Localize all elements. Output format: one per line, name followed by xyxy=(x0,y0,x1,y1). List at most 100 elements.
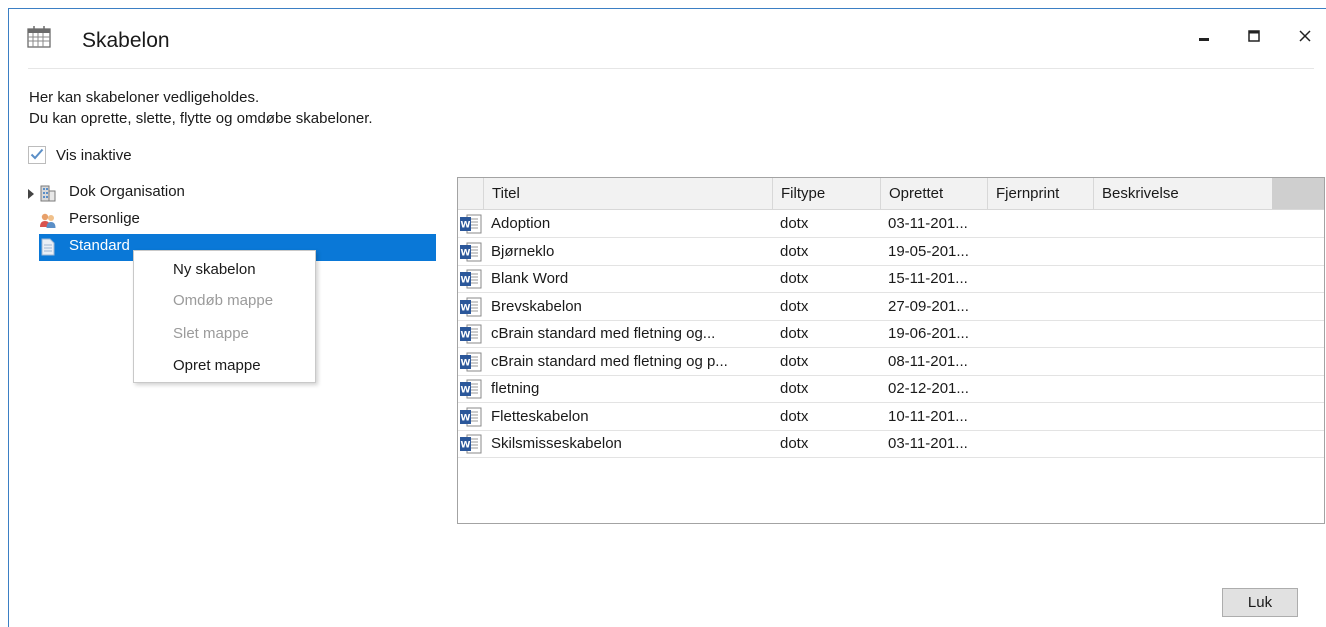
table-cell-oprettet: 19-06-201... xyxy=(888,325,969,342)
table-cell-beskrivelse xyxy=(1101,293,1271,320)
table-cell-titel: cBrain standard med fletning og... xyxy=(491,325,716,342)
building-icon xyxy=(39,184,57,202)
table-cell-titel: Bjørneklo xyxy=(491,242,555,260)
table-cell-filtype: dotx xyxy=(780,352,809,370)
word-document-icon: W xyxy=(460,434,482,454)
show-inactive-label: Vis inaktive xyxy=(56,146,132,164)
checkmark-icon xyxy=(30,147,44,164)
word-document-icon: W xyxy=(460,407,482,427)
table-cell-filtype: dotx xyxy=(780,435,809,452)
tree-item-dok-organisation[interactable]: Dok Organisation xyxy=(28,180,438,207)
menu-item-rename-folder: Omdøb mappe xyxy=(173,292,274,309)
table-cell-filtype: dotx xyxy=(780,297,809,315)
table-cell-fjernprint xyxy=(995,210,1095,237)
word-document-icon: W xyxy=(460,297,482,317)
tree-item-label: Standard xyxy=(69,237,130,254)
document-icon xyxy=(39,238,57,256)
minimize-button[interactable] xyxy=(1184,21,1224,53)
templates-table: Titel Filtype Oprettet Fjernprint Beskri… xyxy=(457,177,1325,524)
tree-item-personlige[interactable]: Personlige xyxy=(28,207,438,234)
table-cell-oprettet: 27-09-201... xyxy=(888,297,969,315)
svg-text:W: W xyxy=(461,221,471,231)
table-cell-oprettet: 03-11-201... xyxy=(888,215,968,232)
table-cell-beskrivelse xyxy=(1101,265,1271,292)
column-header-titel[interactable]: Titel xyxy=(483,178,772,209)
word-document-icon: W xyxy=(460,214,482,234)
title-bar: Skabelon xyxy=(9,9,1326,69)
description: Her kan skabeloner vedligeholdes. Du kan… xyxy=(29,87,373,129)
svg-text:W: W xyxy=(461,331,471,341)
svg-text:W: W xyxy=(461,413,471,423)
table-cell-beskrivelse xyxy=(1101,238,1271,265)
table-cell-filtype: dotx xyxy=(780,380,809,397)
table-cell-beskrivelse xyxy=(1101,375,1271,402)
table-row[interactable]: Wfletning dotx 02-12-201... xyxy=(458,375,1324,403)
table-cell-filtype: dotx xyxy=(780,325,809,342)
description-line-1: Her kan skabeloner vedligeholdes. xyxy=(29,89,260,106)
column-header-oprettet[interactable]: Oprettet xyxy=(880,178,987,209)
show-inactive-checkbox[interactable]: Vis inaktive xyxy=(28,146,132,164)
table-cell-titel: Blank Word xyxy=(491,270,569,287)
context-menu: Ny skabelon Omdøb mappe Slet mappe Opret… xyxy=(133,250,316,383)
table-row[interactable]: W Fletteskabelon dotx 10-11-201... xyxy=(458,403,1324,431)
svg-text:W: W xyxy=(461,303,471,313)
table-row[interactable]: WcBrain standard med fletning og... dotx 1… xyxy=(458,320,1324,348)
table-row[interactable]: W Bjørneklo dotx 19-05-201... xyxy=(458,238,1324,266)
column-header-filtype[interactable]: Filtype xyxy=(772,178,880,209)
description-line-2: Du kan oprette, slette, flytte og omdøbe… xyxy=(29,110,373,127)
table-cell-titel: Fletteskabelon xyxy=(491,407,589,425)
word-document-icon: W xyxy=(460,379,482,399)
table-row[interactable]: W Brevskabelon dotx 27-09-201... xyxy=(458,293,1324,321)
table-cell-fjernprint xyxy=(995,320,1095,347)
table-cell-oprettet: 02-12-201... xyxy=(888,380,969,397)
word-document-icon: W xyxy=(460,324,482,344)
table-cell-oprettet: 08-11-201... xyxy=(888,352,968,370)
table-header: Titel Filtype Oprettet Fjernprint Beskri… xyxy=(458,178,1324,210)
word-document-icon: W xyxy=(460,242,482,262)
table-row[interactable]: WcBrain standard med fletning og p... dot… xyxy=(458,348,1324,376)
menu-item-create-folder[interactable]: Opret mappe xyxy=(173,357,261,374)
window-title: Skabelon xyxy=(82,29,170,52)
column-header-beskrivelse[interactable]: Beskrivelse xyxy=(1093,178,1272,209)
minimize-icon xyxy=(1198,29,1210,46)
svg-text:W: W xyxy=(461,441,471,451)
table-row[interactable]: W Skilsmisseskabelon dotx 03-11-201... xyxy=(458,430,1324,458)
table-cell-fjernprint xyxy=(995,430,1095,457)
table-cell-beskrivelse xyxy=(1101,348,1271,375)
table-cell-titel: Adoption xyxy=(491,215,551,232)
table-cell-titel: Skilsmisseskabelon xyxy=(491,435,622,452)
table-row[interactable]: W Adoption dotx 03-11-201... xyxy=(458,210,1324,238)
column-header-fjernprint[interactable]: Fjernprint xyxy=(987,178,1093,209)
svg-text:W: W xyxy=(461,276,471,286)
users-icon xyxy=(39,211,57,229)
table-cell-fjernprint xyxy=(995,265,1095,292)
table-cell-beskrivelse xyxy=(1101,210,1271,237)
checkbox-box[interactable] xyxy=(28,146,46,164)
table-cell-oprettet: 15-11-201... xyxy=(888,270,968,287)
table-cell-oprettet: 19-05-201... xyxy=(888,242,969,260)
table-cell-titel: fletning xyxy=(491,380,540,397)
close-button[interactable]: Luk xyxy=(1222,588,1298,617)
expand-arrow-icon[interactable] xyxy=(28,189,34,199)
table-cell-filtype: dotx xyxy=(780,242,809,260)
table-cell-beskrivelse xyxy=(1101,430,1271,457)
table-cell-filtype: dotx xyxy=(780,407,809,425)
table-cell-titel: Brevskabelon xyxy=(491,297,582,315)
close-button-label: Luk xyxy=(1247,594,1273,611)
word-document-icon: W xyxy=(460,352,482,372)
close-icon xyxy=(1299,29,1311,46)
table-cell-beskrivelse xyxy=(1101,320,1271,347)
table-cell-filtype: dotx xyxy=(780,270,809,287)
close-window-button[interactable] xyxy=(1285,21,1325,53)
table-row[interactable]: W Blank Word dotx 15-11-201... xyxy=(458,265,1324,293)
table-cell-fjernprint xyxy=(995,375,1095,402)
title-separator xyxy=(28,68,1314,69)
svg-text:W: W xyxy=(461,386,471,396)
table-cell-fjernprint xyxy=(995,293,1095,320)
menu-item-new-template[interactable]: Ny skabelon xyxy=(173,261,256,278)
table-cell-fjernprint xyxy=(995,348,1095,375)
maximize-button[interactable] xyxy=(1234,21,1274,53)
template-tree: Dok Organisation Personlige Standard xyxy=(28,180,438,261)
table-cell-oprettet: 10-11-201... xyxy=(888,407,968,425)
table-cell-fjernprint xyxy=(995,403,1095,430)
